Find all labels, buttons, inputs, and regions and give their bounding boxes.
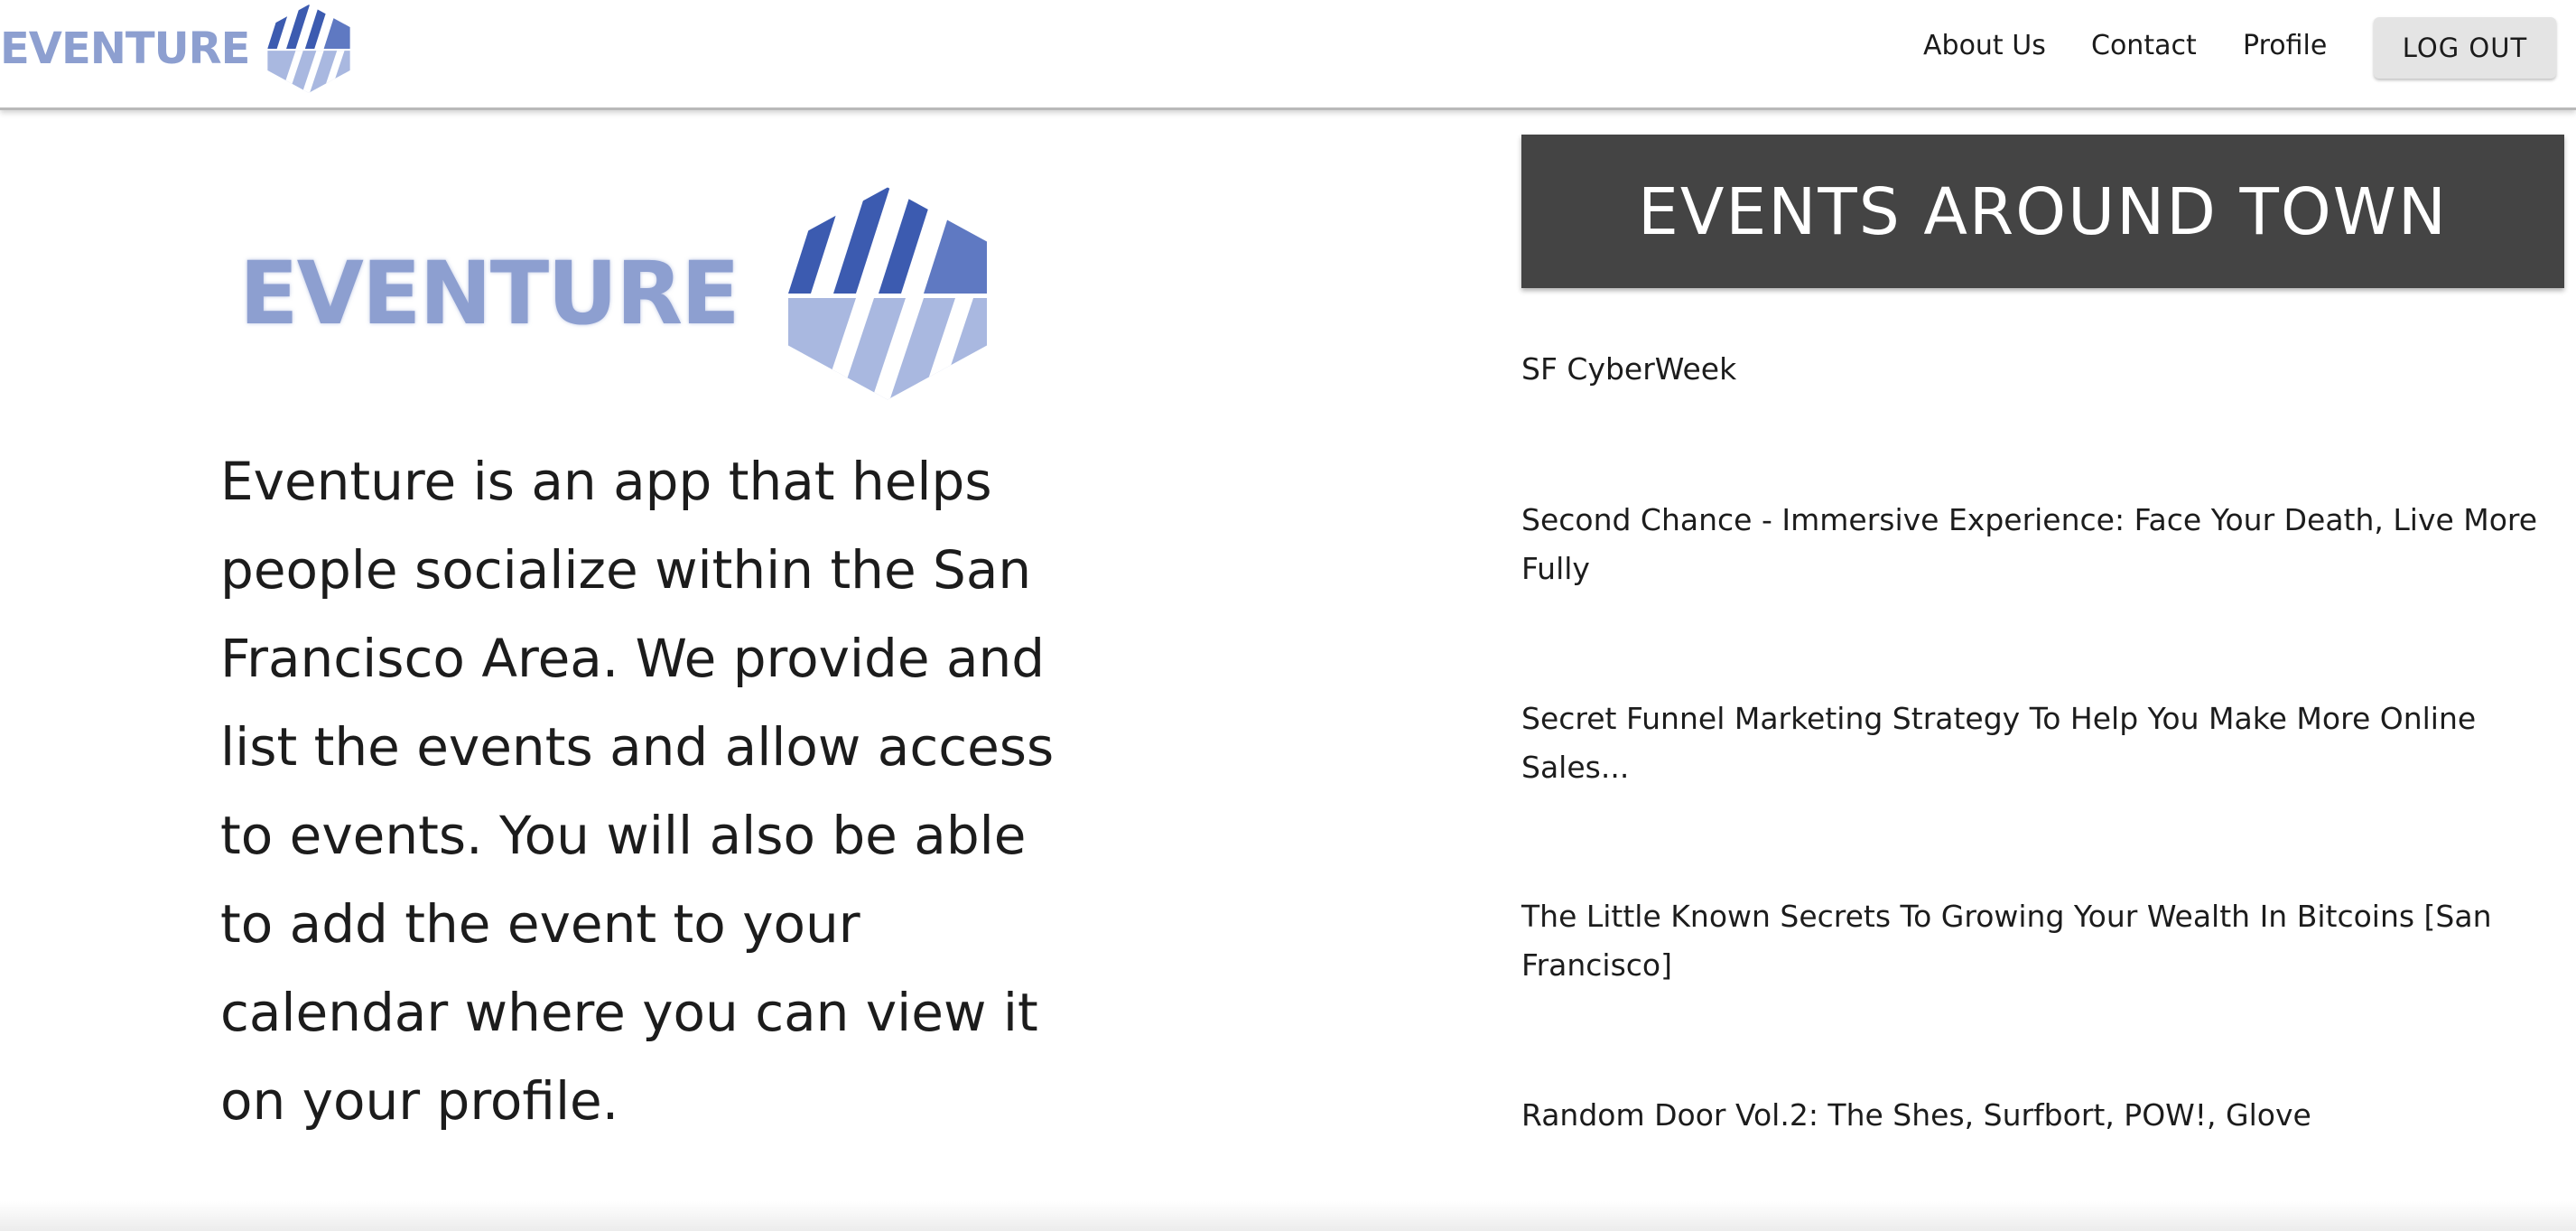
- nav-link-profile[interactable]: Profile: [2243, 28, 2327, 64]
- event-list-item[interactable]: Secret Funnel Marketing Strategy To Help…: [1521, 695, 2551, 792]
- hero-hexagon-icon: [787, 187, 987, 400]
- event-list-item[interactable]: SF CyberWeek: [1521, 345, 2551, 394]
- event-list-item[interactable]: The Little Known Secrets To Growing Your…: [1521, 892, 2551, 990]
- navbar-logo[interactable]: EVENTURE: [0, 2, 356, 96]
- event-list-item[interactable]: Random Door Vol.2: The Shes, Surfbort, P…: [1521, 1091, 2551, 1140]
- events-section-heading: EVENTS AROUND TOWN: [1521, 135, 2564, 288]
- page-bottom-edge: [0, 1201, 2576, 1231]
- brand-hexagon-icon: [267, 5, 351, 93]
- navbar-brand-text: EVENTURE: [0, 23, 250, 74]
- logout-button[interactable]: LOG OUT: [2374, 17, 2556, 79]
- hero-logo-text: EVENTURE: [239, 243, 740, 344]
- app-description: Eventure is an app that helps people soc…: [220, 451, 1055, 1132]
- nav-link-about-us[interactable]: About Us: [1923, 28, 2046, 64]
- event-list-item[interactable]: Second Chance - Immersive Experience: Fa…: [1521, 496, 2551, 593]
- top-navbar: EVENTURE About Us Contact Profile LOG OU…: [0, 0, 2576, 110]
- nav-link-contact[interactable]: Contact: [2091, 28, 2197, 64]
- hero-logo: EVENTURE: [239, 181, 1000, 406]
